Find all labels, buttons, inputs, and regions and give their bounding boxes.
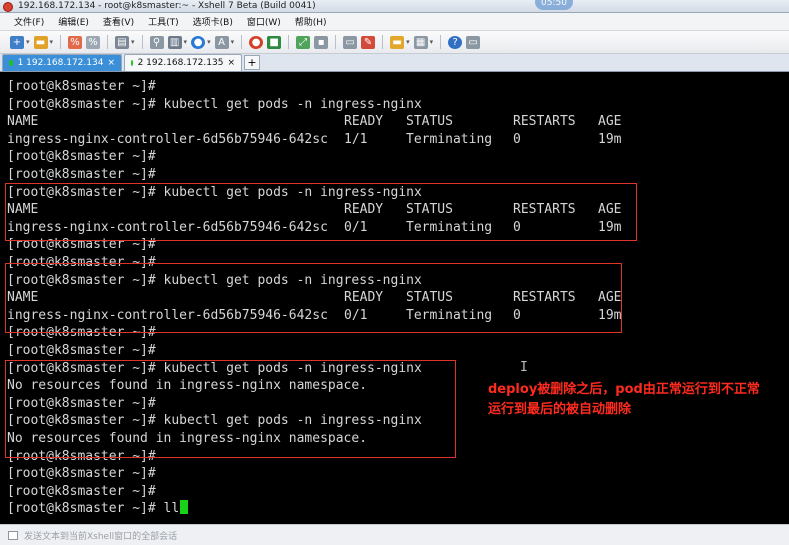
prompt-line: [root@k8smaster ~]# [7, 79, 156, 94]
close-icon[interactable]: × [107, 58, 115, 68]
tab-session-1[interactable]: 1 192.168.172.134 × [2, 54, 122, 71]
reconnect-icon[interactable]: % [68, 35, 83, 49]
table-cell: 19m [598, 131, 622, 147]
table-cell: Terminating [406, 131, 493, 147]
connected-status-icon [131, 60, 133, 66]
transfer-icon[interactable]: ▬ [390, 35, 405, 49]
toolbar: + ▾ ▬ ▾ % % ▤ ▾ ⚲ ▥ ▾ ● ▾ A ▾ ● ■ ⤢ ▪ ▭ ✎ ▬ ▾ ▦… [0, 31, 789, 54]
command-line: [root@k8smaster ~]# kubectl get pods -n … [7, 96, 422, 112]
open-folder-icon[interactable]: ▬ [33, 35, 48, 49]
menu-edit[interactable]: 编辑(E) [58, 15, 89, 28]
chevron-down-icon[interactable]: ▾ [184, 38, 188, 46]
window-title-bar: 192.168.172.134 - root@k8smaster:~ - Xsh… [0, 0, 789, 13]
menu-tabs[interactable]: 选项卡(B) [193, 15, 233, 28]
toolbar-divider [141, 35, 143, 49]
search-icon[interactable]: ⚲ [149, 35, 164, 49]
column-header: STATUS [406, 114, 453, 130]
toolbar-divider [107, 35, 109, 49]
toolbar-divider [382, 35, 384, 49]
menu-view[interactable]: 查看(V) [103, 15, 134, 28]
font-icon[interactable]: A [214, 35, 229, 49]
command-line: [root@k8smaster ~]# ll [7, 500, 189, 517]
menu-bar: 文件(F) 编辑(E) 查看(V) 工具(T) 选项卡(B) 窗口(W) 帮助(… [0, 13, 789, 31]
terminal-cursor [180, 500, 189, 515]
prompt-line: [root@k8smaster ~]# [7, 483, 156, 499]
chevron-down-icon[interactable]: ▾ [26, 38, 30, 46]
xshell-app-icon [3, 2, 13, 12]
new-session-icon[interactable]: + [10, 35, 24, 49]
column-header: RESTARTS [513, 114, 576, 130]
help-icon[interactable]: ? [448, 35, 463, 49]
lock-icon[interactable]: ▪ [314, 35, 329, 49]
script-icon[interactable]: ✎ [361, 35, 376, 49]
chevron-down-icon[interactable]: ▾ [50, 38, 54, 46]
highlight-box [5, 263, 622, 333]
text-cursor-icon: I [520, 360, 528, 375]
annotation-line: 运行到最后的被自动删除 [488, 402, 632, 417]
window-title: 192.168.172.134 - root@k8smaster:~ - Xsh… [18, 1, 316, 11]
tab-label: 2 192.168.172.135 [137, 58, 224, 68]
properties-icon[interactable]: ▤ [115, 35, 130, 49]
toolbar-divider [335, 35, 337, 49]
chat-icon[interactable]: ▭ [466, 35, 481, 49]
toolbar-divider [288, 35, 290, 49]
toolbar-divider [60, 35, 62, 49]
fullscreen-icon[interactable]: ⤢ [296, 35, 311, 49]
column-header: AGE [598, 114, 622, 130]
annotation-note: deploy被删除之后，pod由正常运行到不正常 运行到最后的被自动删除 [488, 380, 788, 420]
add-tab-button[interactable]: + [244, 55, 260, 70]
menu-file[interactable]: 文件(F) [14, 15, 44, 28]
highlight-box [5, 183, 637, 241]
close-icon[interactable]: × [227, 58, 235, 68]
session-tab-bar: 1 192.168.172.134 × 2 192.168.172.135 × … [0, 54, 789, 72]
tab-session-2[interactable]: 2 192.168.172.135 × [124, 54, 242, 71]
toolbar-divider [440, 35, 442, 49]
disconnect-icon[interactable]: % [86, 35, 101, 49]
connected-status-icon [9, 60, 13, 66]
globe-icon[interactable]: ● [191, 35, 206, 49]
xmanager-icon[interactable]: ■ [267, 35, 282, 49]
compose-input[interactable]: 发送文本到当前Xshell窗口的全部会话 [24, 529, 177, 542]
print-icon[interactable]: ▥ [167, 35, 182, 49]
annotation-line: deploy被删除之后，pod由正常运行到不正常 [488, 382, 760, 397]
terminal-area[interactable]: [root@k8smaster ~]# [root@k8smaster ~]# k… [0, 72, 789, 524]
layout-icon[interactable]: ▦ [413, 35, 428, 49]
toolbar-divider [241, 35, 243, 49]
compose-window-icon[interactable] [8, 530, 18, 540]
column-header: READY [344, 114, 384, 130]
table-cell: ingress-nginx-controller-6d56b75946-642s… [7, 131, 328, 147]
menu-window[interactable]: 窗口(W) [247, 15, 281, 28]
chevron-down-icon[interactable]: ▾ [406, 38, 410, 46]
chevron-down-icon[interactable]: ▾ [430, 38, 434, 46]
clock-badge: 05:50 [535, 0, 573, 10]
compose-bar: 发送文本到当前Xshell窗口的全部会话 [0, 524, 789, 545]
keyboard-icon[interactable]: ▭ [343, 35, 358, 49]
prompt-line: [root@k8smaster ~]# [7, 343, 156, 358]
chevron-down-icon[interactable]: ▾ [131, 38, 135, 46]
prompt-line: [root@k8smaster ~]# [7, 149, 156, 165]
chevron-down-icon[interactable]: ▾ [231, 38, 235, 46]
menu-tools[interactable]: 工具(T) [148, 15, 179, 28]
xftp-icon[interactable]: ● [249, 35, 264, 49]
column-header: NAME [7, 114, 39, 130]
prompt-line: [root@k8smaster ~]# [7, 466, 156, 482]
table-cell: 0 [513, 131, 521, 147]
prompt-line: [root@k8smaster ~]# [7, 167, 156, 182]
table-cell: 1/1 [344, 131, 368, 147]
highlight-box [5, 360, 456, 458]
chevron-down-icon[interactable]: ▾ [207, 38, 211, 46]
menu-help[interactable]: 帮助(H) [295, 15, 327, 28]
tab-label: 1 192.168.172.134 [17, 58, 104, 68]
